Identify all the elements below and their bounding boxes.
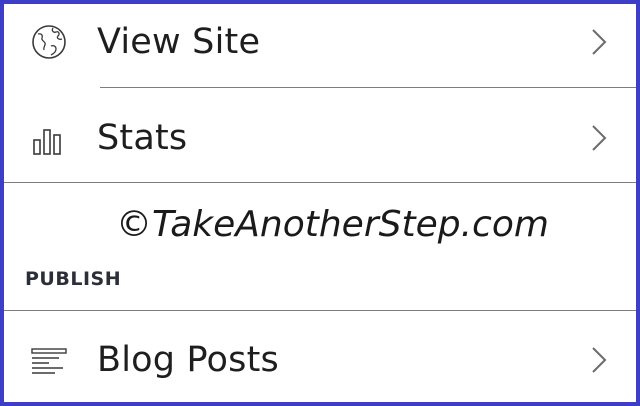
- posts-list-icon: [24, 340, 74, 380]
- menu-item-label: View Site: [97, 22, 261, 62]
- watermark-text: ©TakeAnotherStep.com: [116, 204, 549, 245]
- chevron-right-icon: [588, 345, 610, 375]
- menu-item-blog-posts[interactable]: Blog Posts: [4, 332, 636, 388]
- bar-chart-icon: [24, 118, 74, 158]
- divider: [100, 87, 636, 88]
- menu-item-label: Stats: [97, 118, 188, 158]
- divider: [4, 310, 636, 311]
- chevron-right-icon: [588, 123, 610, 153]
- section-header-publish: PUBLISH: [25, 268, 122, 290]
- globe-icon: [24, 22, 74, 62]
- menu-item-view-site[interactable]: View Site: [4, 14, 636, 70]
- chevron-right-icon: [588, 27, 610, 57]
- menu-item-stats[interactable]: Stats: [4, 110, 636, 166]
- menu-item-label: Blog Posts: [97, 340, 279, 380]
- menu-panel: View Site Stats ©TakeAnotherStep.com PUB…: [0, 0, 640, 406]
- divider: [4, 182, 636, 183]
